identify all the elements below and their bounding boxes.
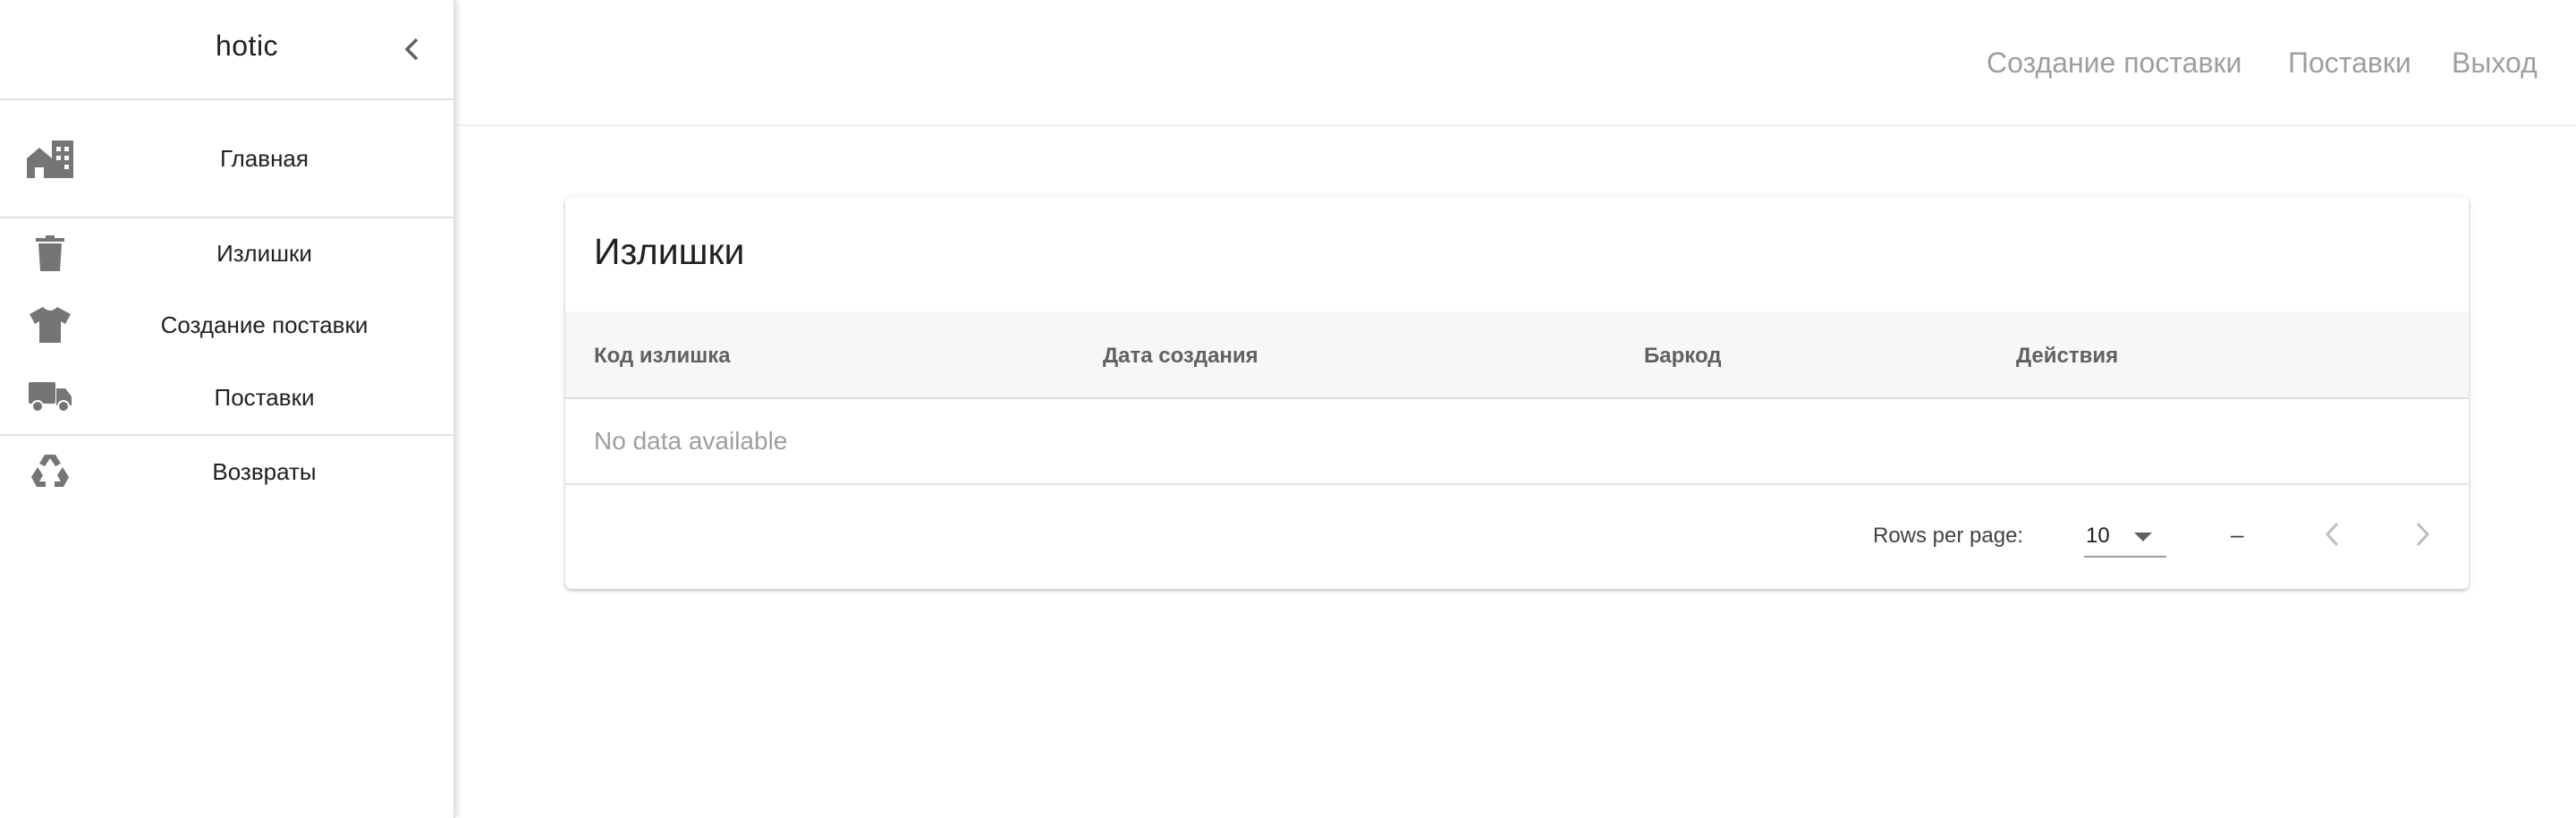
empty-state-text: No data available bbox=[594, 427, 788, 455]
sidebar-item-label: Излишки bbox=[216, 239, 312, 267]
surplus-table-card: Излишки Код излишка Дата создания Баркод… bbox=[565, 197, 2469, 589]
chevron-left-icon bbox=[2325, 522, 2339, 547]
top-link-logout[interactable]: Выход bbox=[2452, 47, 2538, 80]
dropdown-arrow-icon bbox=[2134, 533, 2152, 541]
sidebar-item-shipments[interactable]: Поставки bbox=[0, 362, 453, 433]
sidebar-item-surplus[interactable]: Излишки bbox=[0, 218, 453, 288]
building-icon bbox=[25, 133, 75, 183]
column-header-code[interactable]: Код излишка bbox=[594, 344, 731, 369]
next-page-button[interactable] bbox=[2404, 515, 2440, 554]
column-header-barcode[interactable]: Баркод bbox=[1644, 344, 1722, 369]
sidebar-item-create-shipment[interactable]: Создание поставки bbox=[0, 288, 453, 362]
chevron-right-icon bbox=[2416, 522, 2430, 547]
previous-page-button[interactable] bbox=[2315, 515, 2351, 554]
sidebar-item-label: Главная bbox=[220, 144, 309, 172]
recycle-icon bbox=[25, 447, 75, 497]
sidebar-header: hotic bbox=[0, 0, 453, 100]
table-header: Код излишка Дата создания Баркод Действи… bbox=[565, 311, 2469, 399]
table-divider bbox=[565, 483, 2469, 485]
collapse-sidebar-button[interactable] bbox=[399, 34, 426, 64]
rows-per-page-select[interactable]: 10 bbox=[2084, 515, 2166, 558]
chevron-left-icon bbox=[404, 38, 419, 61]
sidebar-item-label: Возвраты bbox=[212, 457, 317, 485]
top-link-create-shipment[interactable]: Создание поставки bbox=[1987, 47, 2241, 80]
sidebar: hotic Главная Излишки Создание поставки … bbox=[0, 0, 455, 818]
rows-per-page-label: Rows per page: bbox=[1873, 524, 2024, 548]
top-bar: Создание поставки Поставки Выход bbox=[457, 0, 2576, 126]
pagination-range: – bbox=[2231, 521, 2244, 548]
sidebar-item-label: Создание поставки bbox=[160, 311, 369, 338]
sidebar-item-returns[interactable]: Возвраты bbox=[0, 436, 453, 507]
sidebar-item-home[interactable]: Главная bbox=[0, 100, 453, 217]
rows-per-page-value: 10 bbox=[2086, 524, 2110, 548]
column-header-actions: Действия bbox=[2016, 344, 2119, 368]
column-header-created-date[interactable]: Дата создания bbox=[1103, 344, 1258, 369]
trash-icon bbox=[25, 228, 75, 278]
truck-icon bbox=[25, 372, 75, 422]
page-title: Излишки bbox=[594, 231, 745, 272]
shirt-icon bbox=[25, 300, 75, 350]
top-link-shipments[interactable]: Поставки bbox=[2288, 47, 2411, 80]
sidebar-item-label: Поставки bbox=[214, 383, 315, 411]
